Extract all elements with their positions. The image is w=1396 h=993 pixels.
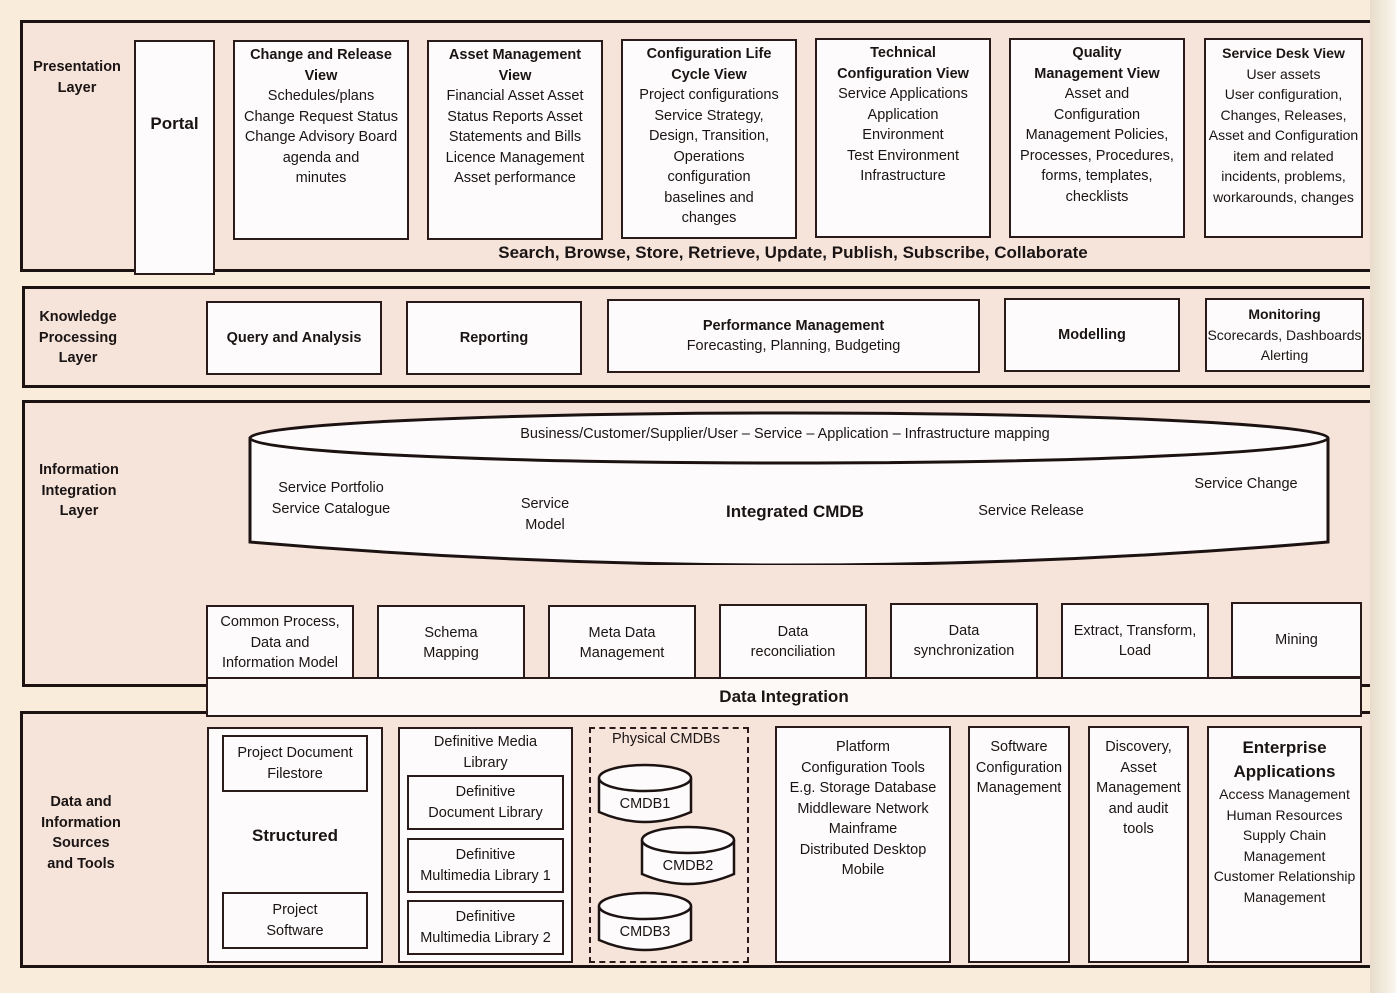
- extract-transform-load-box[interactable]: Extract, Transform, Load: [1061, 603, 1209, 679]
- structured-title: Structured: [252, 826, 338, 845]
- service-release-text: Service Release: [978, 503, 1084, 519]
- modelling-box[interactable]: Modelling: [1004, 298, 1180, 372]
- project-software[interactable]: Project Software: [222, 892, 368, 949]
- common-process-box[interactable]: Common Process, Data and Information Mod…: [206, 605, 354, 681]
- project-document-filestore[interactable]: Project Document Filestore: [222, 735, 368, 792]
- presentation-layer-label: Presentation Layer: [33, 59, 121, 96]
- data-integration-bar-overlay: Data Integration: [206, 677, 1362, 717]
- software-configuration-management[interactable]: Software Configuration Management: [968, 726, 1070, 963]
- meta-data-management-box[interactable]: Meta Data Management: [548, 605, 696, 681]
- physical-cmdbs-title: Physical CMDBs: [612, 731, 720, 747]
- platform-configuration-tools[interactable]: Platform Configuration Tools E.g. Storag…: [775, 726, 951, 963]
- schema-mapping-box[interactable]: Schema Mapping: [377, 605, 525, 681]
- monitoring-box[interactable]: Monitoring Scorecards, Dashboards Alerti…: [1205, 298, 1364, 372]
- service-change-text: Service Change: [1194, 476, 1298, 492]
- page-edge-shadow: [1370, 0, 1396, 993]
- discovery-asset-tools[interactable]: Discovery, Asset Management and audit to…: [1088, 726, 1189, 963]
- service-model-text: Service Model: [520, 496, 570, 533]
- view-technical-configuration[interactable]: Technical Configuration View Service App…: [815, 38, 991, 238]
- enterprise-applications[interactable]: Enterprise Applications Access Managemen…: [1207, 726, 1362, 963]
- cmdb3-label: CMDB3: [619, 924, 671, 940]
- portal-box[interactable]: Portal: [134, 40, 215, 275]
- definitive-multimedia-library-2[interactable]: Definitive Multimedia Library 2: [407, 900, 564, 955]
- cmdb2-cylinder[interactable]: [640, 825, 736, 886]
- cmdb1-label: CMDB1: [619, 796, 671, 812]
- data-reconciliation-box[interactable]: Data reconciliation: [719, 604, 867, 680]
- definitive-document-library[interactable]: Definitive Document Library: [407, 775, 564, 830]
- query-analysis-box[interactable]: Query and Analysis: [206, 301, 382, 375]
- mining-box[interactable]: Mining: [1231, 602, 1362, 678]
- cmdb-mapping-text: Business/Customer/Supplier/User – Servic…: [520, 426, 1050, 442]
- cmdb1-cylinder[interactable]: [597, 763, 693, 824]
- view-quality-management[interactable]: Quality Management View Asset and Config…: [1009, 38, 1185, 238]
- integration-layer-label: Information Integration Layer: [39, 462, 119, 519]
- data-synchronization-box[interactable]: Data synchronization: [890, 603, 1038, 679]
- presentation-actions: Search, Browse, Store, Retrieve, Update,…: [498, 243, 1088, 262]
- service-portfolio-text: Service Portfolio Service Catalogue: [271, 480, 391, 517]
- performance-management-box[interactable]: Performance Management Forecasting, Plan…: [607, 299, 980, 373]
- knowledge-layer-label: Knowledge Processing Layer: [38, 309, 118, 366]
- view-asset-management[interactable]: Asset Management View Financial Asset As…: [427, 40, 603, 240]
- cmdb2-label: CMDB2: [662, 858, 714, 874]
- sources-layer-label: Data and Information Sources and Tools: [41, 794, 121, 872]
- cmdb3-cylinder[interactable]: [597, 891, 693, 952]
- definitive-multimedia-library-1[interactable]: Definitive Multimedia Library 1: [407, 838, 564, 893]
- view-change-release[interactable]: Change and Release View Schedules/plans …: [233, 40, 409, 240]
- view-configuration-life-cycle[interactable]: Configuration Life Cycle View Project co…: [621, 39, 797, 239]
- view-service-desk[interactable]: Service Desk View User assets User confi…: [1204, 38, 1363, 238]
- integrated-cmdb-title: Integrated CMDB: [726, 502, 864, 521]
- reporting-box[interactable]: Reporting: [406, 301, 582, 375]
